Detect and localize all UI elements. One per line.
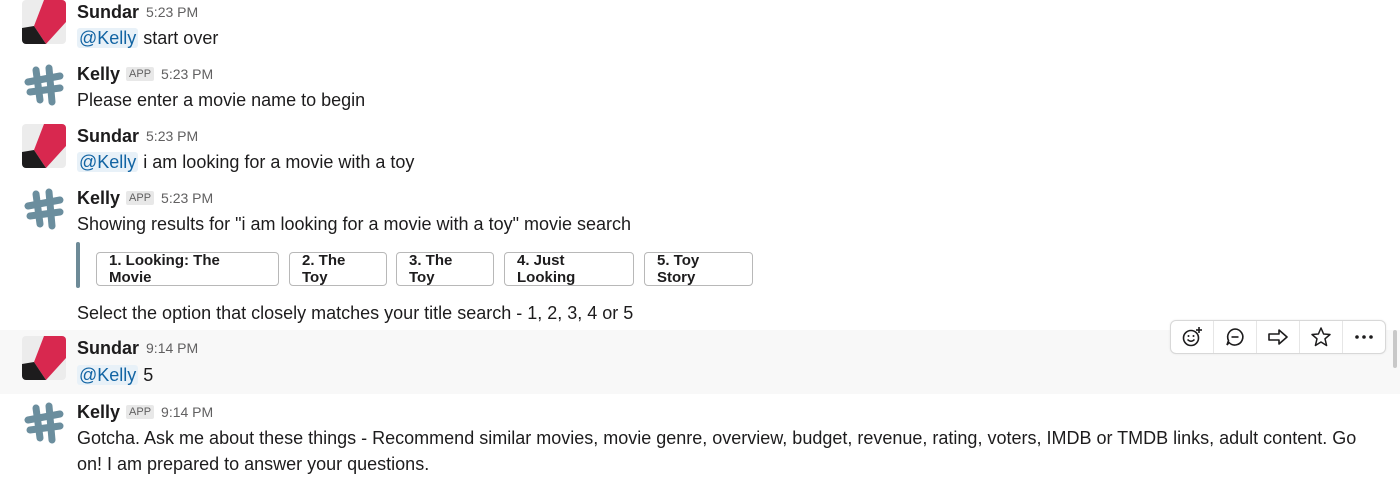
add-reaction-icon	[1182, 327, 1202, 347]
user-mention[interactable]: @Kelly	[77, 28, 139, 48]
avatar-sundar[interactable]	[22, 124, 66, 168]
option-button-1[interactable]: 1. Looking: The Movie	[96, 252, 279, 286]
avatar-kelly[interactable]	[22, 186, 66, 230]
scrollbar-thumb[interactable]	[1393, 330, 1397, 368]
timestamp[interactable]: 5:23 PM	[161, 190, 213, 206]
more-actions-icon	[1355, 335, 1373, 339]
message-header: Sundar 9:14 PM	[77, 336, 198, 360]
message-text: @Kelly start over	[77, 28, 219, 48]
sundar-avatar-icon	[22, 336, 66, 380]
options-attachment: 1. Looking: The Movie 2. The Toy 3. The …	[76, 242, 776, 288]
message-sundar-1: Sundar 5:23 PM @Kelly start over	[0, 0, 1400, 56]
message-header: Kelly APP 9:14 PM	[77, 400, 213, 424]
sundar-avatar-icon	[22, 124, 66, 168]
share-icon	[1268, 329, 1288, 345]
kelly-bot-avatar-icon	[22, 62, 66, 106]
attachment-bar	[76, 242, 80, 288]
avatar-sundar[interactable]	[22, 0, 66, 44]
message-header: Kelly APP 5:23 PM	[77, 186, 213, 210]
timestamp[interactable]: 5:23 PM	[146, 128, 198, 144]
message-kelly-1: Kelly APP 5:23 PM Please enter a movie n…	[0, 62, 1400, 118]
message-header: Sundar 5:23 PM	[77, 0, 198, 24]
app-badge: APP	[126, 67, 155, 81]
sender-name[interactable]: Sundar	[77, 338, 139, 359]
sender-name[interactable]: Sundar	[77, 126, 139, 147]
message-text: Showing results for "i am looking for a …	[77, 214, 632, 234]
timestamp[interactable]: 5:23 PM	[146, 4, 198, 20]
more-actions-button[interactable]	[1343, 321, 1385, 353]
sundar-avatar-icon	[22, 0, 66, 44]
sender-name[interactable]: Sundar	[77, 2, 139, 23]
sender-name[interactable]: Kelly	[77, 188, 120, 209]
message-header: Sundar 5:23 PM	[77, 124, 198, 148]
option-button-5[interactable]: 5. Toy Story	[644, 252, 753, 286]
avatar-kelly[interactable]	[22, 62, 66, 106]
kelly-bot-avatar-icon	[22, 400, 66, 444]
option-button-3[interactable]: 3. The Toy	[396, 252, 494, 286]
timestamp[interactable]: 5:23 PM	[161, 66, 213, 82]
reply-thread-icon	[1226, 328, 1244, 346]
message-text-line-1: Gotcha. Ask me about these things - Reco…	[77, 428, 1357, 448]
message-text-line-2: on! I am prepared to answer your questio…	[77, 454, 430, 474]
message-kelly-3: Kelly APP 9:14 PM Gotcha. Ask me about t…	[0, 400, 1400, 490]
message-header: Kelly APP 5:23 PM	[77, 62, 213, 86]
app-badge: APP	[126, 191, 155, 205]
add-reaction-button[interactable]	[1171, 321, 1214, 353]
save-star-button[interactable]	[1300, 321, 1343, 353]
message-footer-text: Select the option that closely matches y…	[77, 303, 634, 323]
message-text: Please enter a movie name to begin	[77, 90, 366, 110]
sender-name[interactable]: Kelly	[77, 402, 120, 423]
timestamp[interactable]: 9:14 PM	[146, 340, 198, 356]
user-mention[interactable]: @Kelly	[77, 365, 139, 385]
message-text: @Kelly i am looking for a movie with a t…	[77, 152, 415, 172]
option-button-4[interactable]: 4. Just Looking	[504, 252, 634, 286]
user-mention[interactable]: @Kelly	[77, 152, 139, 172]
option-button-2[interactable]: 2. The Toy	[289, 252, 387, 286]
app-badge: APP	[126, 405, 155, 419]
message-text: @Kelly 5	[77, 365, 154, 385]
share-button[interactable]	[1257, 321, 1300, 353]
sender-name[interactable]: Kelly	[77, 64, 120, 85]
avatar-kelly[interactable]	[22, 400, 66, 444]
timestamp[interactable]: 9:14 PM	[161, 404, 213, 420]
star-icon	[1311, 327, 1331, 347]
kelly-bot-avatar-icon	[22, 186, 66, 230]
avatar-sundar[interactable]	[22, 336, 66, 380]
reply-thread-button[interactable]	[1214, 321, 1257, 353]
message-sundar-2: Sundar 5:23 PM @Kelly i am looking for a…	[0, 124, 1400, 180]
message-actions-toolbar	[1170, 320, 1386, 354]
